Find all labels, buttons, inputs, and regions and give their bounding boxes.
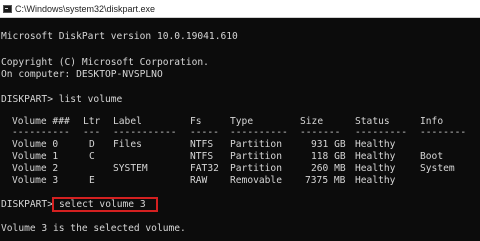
fs-cell: RAW	[190, 175, 208, 186]
title-bar[interactable]: C:\Windows\system32\diskpart.exe	[0, 0, 480, 18]
status-cell: Healthy	[355, 139, 396, 150]
result-line: Volume 3 is the selected volume.	[1, 223, 186, 234]
separator: ---------	[355, 127, 407, 138]
diskpart-window: C:\Windows\system32\diskpart.exe Microso…	[0, 0, 480, 241]
separator: --------	[420, 127, 467, 138]
ltr-cell: C	[89, 151, 95, 162]
label-cell: SYSTEM	[113, 163, 148, 174]
type-cell: Removable	[230, 175, 282, 186]
table-separator-row: ---------- --- ----------- ----- -------…	[0, 127, 480, 140]
status-cell: Healthy	[355, 175, 396, 186]
list-volume-command: DISKPART> list volume	[1, 94, 123, 105]
table-row: Volume 0 D Files NTFS Partition 931 GB H…	[0, 139, 480, 152]
separator: -----	[190, 127, 219, 138]
computer-line: On computer: DESKTOP-NVSPLNO	[1, 69, 163, 80]
volume-cell: Volume 0	[12, 139, 59, 150]
size-cell: 7375 MB	[305, 175, 346, 186]
size-cell: 260 MB	[311, 163, 346, 174]
fs-cell: FAT32	[190, 163, 219, 174]
info-cell: Boot	[420, 151, 444, 162]
ltr-cell: E	[89, 175, 95, 186]
type-cell: Partition	[230, 139, 282, 150]
size-cell: 931 GB	[311, 139, 346, 150]
label-cell: Files	[113, 139, 142, 150]
volume-cell: Volume 1	[12, 151, 59, 162]
separator: ---	[83, 127, 101, 138]
fs-cell: NTFS	[190, 139, 214, 150]
window-title: C:\Windows\system32\diskpart.exe	[15, 3, 156, 14]
table-row: Volume 3 E RAW Removable 7375 MB Healthy	[0, 175, 480, 188]
volume-cell: Volume 3	[12, 175, 59, 186]
volume-cell: Volume 2	[12, 163, 59, 174]
table-row: Volume 1 C NTFS Partition 118 GB Healthy…	[0, 151, 480, 164]
fs-cell: NTFS	[190, 151, 214, 162]
prompt-label: DISKPART>	[1, 199, 53, 210]
status-cell: Healthy	[355, 163, 396, 174]
type-cell: Partition	[230, 163, 282, 174]
separator: -----------	[113, 127, 177, 138]
select-volume-command: select volume 3	[59, 199, 146, 210]
console-icon	[3, 4, 12, 13]
console-output[interactable]: Microsoft DiskPart version 10.0.19041.61…	[0, 18, 480, 241]
separator: -------	[300, 127, 341, 138]
version-line: Microsoft DiskPart version 10.0.19041.61…	[1, 31, 238, 42]
size-cell: 118 GB	[311, 151, 346, 162]
status-cell: Healthy	[355, 151, 396, 162]
separator: ----------	[230, 127, 288, 138]
copyright-line: Copyright (C) Microsoft Corporation.	[1, 57, 209, 68]
ltr-cell: D	[89, 139, 95, 150]
table-row: Volume 2 SYSTEM FAT32 Partition 260 MB H…	[0, 163, 480, 176]
separator: ----------	[12, 127, 70, 138]
info-cell: System	[420, 163, 455, 174]
type-cell: Partition	[230, 151, 282, 162]
